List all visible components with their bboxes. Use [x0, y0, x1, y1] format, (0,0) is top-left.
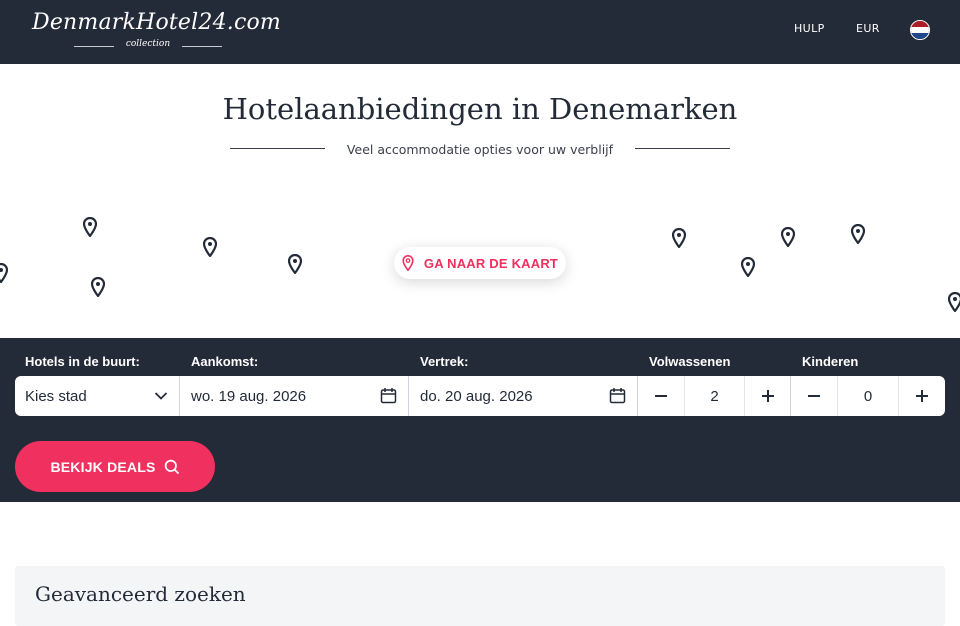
language-flag-icon[interactable]	[910, 20, 930, 40]
checkout-label: Vertrek:	[420, 354, 469, 369]
calendar-icon	[380, 388, 397, 404]
go-to-map-label: GA NAAR DE KAART	[423, 255, 559, 271]
logo-line-right	[182, 46, 222, 47]
checkout-date-field[interactable]: do. 20 aug. 2026	[409, 376, 638, 416]
location-pin-icon	[402, 255, 414, 271]
adults-value[interactable]: 2	[684, 376, 745, 416]
subtitle-divider-right	[635, 148, 730, 149]
children-value[interactable]: 0	[837, 376, 899, 416]
map-pin-icon	[851, 224, 865, 244]
map-pin-icon	[0, 263, 8, 283]
map-pin-icon	[948, 292, 960, 312]
map-pin-icon	[83, 217, 97, 237]
checkin-date-value: wo. 19 aug. 2026	[191, 387, 307, 405]
top-bar: DenmarkHotel24.com collection HULP EUR	[0, 0, 960, 64]
checkout-date-value: do. 20 aug. 2026	[420, 387, 533, 405]
map-pin-icon	[91, 277, 105, 297]
view-deals-label: BEKIJK DEALS	[50, 458, 156, 475]
page-title: Hotelaanbiedingen in Denemarken	[222, 92, 738, 126]
plus-icon	[762, 390, 774, 402]
map-pin-icon	[288, 254, 302, 274]
go-to-map-button[interactable]: GA NAAR DE KAART	[394, 247, 566, 279]
city-label: Hotels in de buurt:	[25, 354, 140, 369]
adults-stepper: 2	[638, 376, 791, 416]
children-label: Kinderen	[802, 354, 859, 369]
logo-text: DenmarkHotel24.com	[32, 10, 281, 35]
search-panel: Hotels in de buurt: Aankomst: Vertrek: V…	[0, 338, 960, 502]
nav-help-link[interactable]: HULP	[794, 22, 825, 35]
map-pin-icon	[672, 228, 686, 248]
map-pin-icon	[741, 257, 755, 277]
page-subtitle: Veel accommodatie opties voor uw verblij…	[346, 142, 614, 157]
map-pin-icon	[781, 227, 795, 247]
logo-subtext: collection	[125, 39, 171, 49]
nav-currency-link[interactable]: EUR	[856, 22, 880, 35]
adults-decrement-button[interactable]	[638, 376, 684, 416]
minus-icon	[808, 395, 820, 397]
city-select[interactable]: Kies stad	[15, 376, 180, 416]
children-decrement-button[interactable]	[791, 376, 837, 416]
advanced-search-panel: Geavanceerd zoeken	[15, 566, 945, 626]
plus-icon	[916, 390, 928, 402]
map-pin-icon	[203, 237, 217, 257]
site-logo[interactable]: DenmarkHotel24.com collection	[32, 10, 281, 54]
children-increment-button[interactable]	[899, 376, 945, 416]
search-icon	[164, 459, 179, 474]
search-fields: Kies stad wo. 19 aug. 2026 do. 20 aug. 2…	[15, 376, 945, 416]
checkin-date-field[interactable]: wo. 19 aug. 2026	[180, 376, 409, 416]
adults-label: Volwassenen	[649, 354, 731, 369]
checkin-label: Aankomst:	[191, 354, 259, 369]
view-deals-button[interactable]: BEKIJK DEALS	[15, 441, 215, 492]
city-select-value: Kies stad	[25, 387, 87, 405]
calendar-icon	[609, 388, 626, 404]
adults-increment-button[interactable]	[745, 376, 791, 416]
chevron-down-icon	[154, 392, 168, 400]
children-stepper: 0	[791, 376, 945, 416]
minus-icon	[655, 395, 667, 397]
advanced-search-title[interactable]: Geavanceerd zoeken	[35, 582, 246, 606]
